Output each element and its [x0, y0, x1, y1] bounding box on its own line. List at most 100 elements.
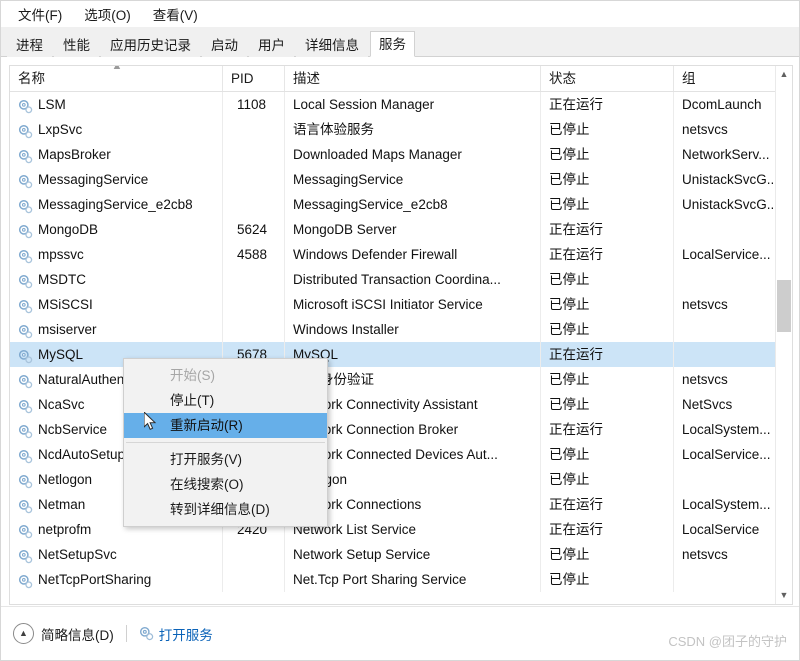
- menu-view[interactable]: 查看(V): [144, 2, 207, 26]
- service-gear-icon: [18, 447, 33, 464]
- table-row[interactable]: MapsBroker Downloaded Maps Manager 已停止 Netw…: [10, 142, 776, 167]
- ctx-open-services[interactable]: 打开服务(V): [124, 447, 327, 472]
- service-name-label: mpssvc: [38, 247, 84, 262]
- scroll-up-arrow[interactable]: ▲: [776, 66, 792, 83]
- service-name-label: MessagingService: [38, 172, 149, 187]
- task-manager-window: 文件(F) 选项(O) 查看(V) 进程 性能 应用历史记录 启动 用户 详细信息 服务 名称 ▲…: [0, 0, 800, 661]
- column-header-label: 描述: [293, 71, 320, 86]
- cell-state: 已停止: [541, 367, 674, 392]
- cell-state: 已停止: [541, 292, 674, 317]
- services-rows: LSM 1108 Local Session Manager 正在运行 DcomLaun…: [10, 92, 776, 604]
- tab-2[interactable]: 应用历史记录: [101, 32, 200, 57]
- sort-ascending-icon: ▲: [111, 66, 123, 72]
- vertical-scrollbar[interactable]: ▲ ▼: [775, 66, 792, 604]
- menu-bar: 文件(F) 选项(O) 查看(V): [1, 1, 799, 27]
- cell-group: DcomLaunch: [682, 97, 762, 112]
- column-header-description[interactable]: 描述: [285, 66, 541, 91]
- cell-description: Distributed Transaction Coordina...: [285, 267, 541, 292]
- watermark-text: CSDN @团子的守护: [668, 634, 787, 649]
- cell-group: UnistackSvcG...: [682, 197, 776, 212]
- status-divider: [125, 625, 127, 642]
- cell-description: MessagingService: [285, 167, 541, 192]
- column-header-group[interactable]: 组: [674, 66, 776, 91]
- tab-5[interactable]: 详细信息: [296, 32, 368, 57]
- cell-group: UnistackSvcG...: [682, 172, 776, 187]
- column-header-pid[interactable]: PID: [223, 66, 285, 91]
- cell-name: MessagingService: [10, 167, 223, 192]
- cell-name: NetTcpPortSharing: [10, 567, 223, 592]
- ctx-restart[interactable]: 重新启动(R): [124, 413, 327, 438]
- ctx-search-online[interactable]: 在线搜索(O): [124, 472, 327, 497]
- service-gear-icon: [18, 147, 33, 164]
- service-name-label: MSiSCSI: [38, 297, 93, 312]
- tab-4[interactable]: 用户: [249, 32, 294, 57]
- service-name-label: MSDTC: [38, 272, 86, 287]
- cell-description: Windows Defender Firewall: [285, 242, 541, 267]
- cell-pid: [223, 542, 285, 567]
- cell-state: 已停止: [541, 142, 674, 167]
- cell-description: Net.Tcp Port Sharing Service: [285, 567, 541, 592]
- cell-name: MSDTC: [10, 267, 223, 292]
- service-gear-icon: [18, 522, 33, 539]
- cell-group: LocalService: [682, 522, 760, 537]
- table-row[interactable]: msiserver Windows Installer 已停止: [10, 317, 776, 342]
- column-header-name[interactable]: 名称 ▲: [10, 66, 223, 91]
- service-gear-icon: [18, 97, 33, 114]
- fewer-details-label[interactable]: 简略信息(D): [41, 624, 114, 644]
- table-row[interactable]: NetSetupSvc Network Setup Service 已停止 netsv…: [10, 542, 776, 567]
- cell-state: 已停止: [541, 267, 674, 292]
- cell-group: [674, 317, 776, 342]
- column-header-label: 名称: [18, 70, 45, 86]
- table-row[interactable]: MSDTC Distributed Transaction Coordina...…: [10, 267, 776, 292]
- cell-pid: [223, 317, 285, 342]
- ctx-stop[interactable]: 停止(T): [124, 388, 327, 413]
- cell-name: MongoDB: [10, 217, 223, 242]
- cell-state: 已停止: [541, 542, 674, 567]
- cell-description: Downloaded Maps Manager: [285, 142, 541, 167]
- cell-state: 已停止: [541, 192, 674, 217]
- chevron-up-icon[interactable]: ▲: [13, 623, 34, 644]
- column-header-state[interactable]: 状态: [541, 66, 674, 91]
- service-name-label: Netlogon: [38, 472, 93, 487]
- cell-name: LSM: [10, 92, 223, 117]
- cell-group: [674, 217, 776, 242]
- menu-options[interactable]: 选项(O): [75, 2, 140, 26]
- scrollbar-thumb[interactable]: [777, 280, 791, 332]
- cell-pid: [223, 267, 285, 292]
- tab-6[interactable]: 服务: [370, 31, 415, 57]
- tab-1[interactable]: 性能: [54, 32, 99, 57]
- tab-0[interactable]: 进程: [7, 32, 52, 57]
- service-name-label: LSM: [38, 97, 66, 112]
- service-gear-icon: [18, 497, 33, 514]
- column-header-label: 组: [682, 71, 696, 86]
- service-name-label: netprofm: [38, 522, 92, 537]
- cell-description: MessagingService_e2cb8: [285, 192, 541, 217]
- table-row[interactable]: MessagingService_e2cb8 MessagingService_e…: [10, 192, 776, 217]
- column-header-label: 状态: [549, 71, 576, 86]
- table-row[interactable]: MongoDB 5624 MongoDB Server 正在运行: [10, 217, 776, 242]
- cell-description: Microsoft iSCSI Initiator Service: [285, 292, 541, 317]
- service-gear-icon: [18, 222, 33, 239]
- ctx-go-to-details[interactable]: 转到详细信息(D): [124, 497, 327, 522]
- cell-state: 已停止: [541, 567, 674, 592]
- cell-group: LocalSystem...: [682, 497, 771, 512]
- cell-state: 已停止: [541, 392, 674, 417]
- cell-state: 已停止: [541, 317, 674, 342]
- table-row[interactable]: LSM 1108 Local Session Manager 正在运行 DcomLaun…: [10, 92, 776, 117]
- table-row[interactable]: NetTcpPortSharing Net.Tcp Port Sharing Se…: [10, 567, 776, 592]
- table-row[interactable]: LxpSvc 语言体验服务 已停止 netsvcs: [10, 117, 776, 142]
- cell-name: MapsBroker: [10, 142, 223, 167]
- service-name-label: NcdAutoSetup: [38, 447, 126, 462]
- cell-state: 正在运行: [541, 242, 674, 267]
- table-row[interactable]: mpssvc 4588 Windows Defender Firewall 正在运行 L…: [10, 242, 776, 267]
- cell-pid: [223, 567, 285, 592]
- tab-3[interactable]: 启动: [202, 32, 247, 57]
- scroll-down-arrow[interactable]: ▼: [776, 587, 792, 604]
- table-row[interactable]: MSiSCSI Microsoft iSCSI Initiator Service…: [10, 292, 776, 317]
- ctx-start: 开始(S): [170, 368, 215, 383]
- open-services-link[interactable]: 打开服务: [159, 624, 213, 644]
- table-row[interactable]: MessagingService MessagingService 已停止 Unist…: [10, 167, 776, 192]
- cell-pid: [223, 142, 285, 167]
- menu-file[interactable]: 文件(F): [9, 2, 71, 26]
- service-name-label: Netman: [38, 497, 86, 512]
